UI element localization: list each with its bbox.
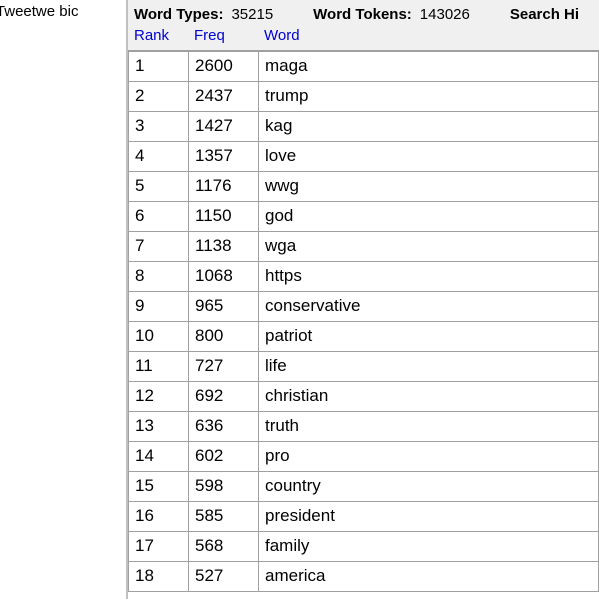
cell-rank[interactable]: 2 [129, 82, 189, 112]
table-row[interactable]: 12600maga [129, 52, 599, 82]
table-row[interactable]: 41357love [129, 142, 599, 172]
table-header: Rank Freq Word [128, 27, 599, 50]
file-list-panel[interactable]: tes Tweetwe bic [0, 0, 128, 599]
stats-bar: Word Types: 35215 Word Tokens: 143026 Search… [128, 0, 599, 27]
word-tokens-value: 143026 [420, 6, 470, 23]
cell-freq[interactable]: 1427 [189, 112, 259, 142]
cell-word[interactable]: country [259, 472, 599, 502]
cell-word[interactable]: maga [259, 52, 599, 82]
wordlist-table-wrap: 12600maga22437trump31427kag41357love5117… [128, 50, 599, 593]
word-types-value: 35215 [231, 6, 273, 23]
header-freq[interactable]: Freq [194, 27, 264, 44]
cell-freq[interactable]: 636 [189, 412, 259, 442]
cell-freq[interactable]: 2437 [189, 82, 259, 112]
table-row[interactable]: 11727life [129, 352, 599, 382]
cell-freq[interactable]: 568 [189, 532, 259, 562]
cell-rank[interactable]: 6 [129, 202, 189, 232]
table-row[interactable]: 14602pro [129, 442, 599, 472]
cell-rank[interactable]: 5 [129, 172, 189, 202]
word-types-label: Word Types: [134, 6, 223, 23]
cell-word[interactable]: wwg [259, 172, 599, 202]
table-row[interactable]: 9965conservative [129, 292, 599, 322]
table-row[interactable]: 15598country [129, 472, 599, 502]
cell-rank[interactable]: 13 [129, 412, 189, 442]
cell-rank[interactable]: 16 [129, 502, 189, 532]
cell-word[interactable]: family [259, 532, 599, 562]
cell-freq[interactable]: 800 [189, 322, 259, 352]
cell-freq[interactable]: 527 [189, 562, 259, 592]
cell-rank[interactable]: 3 [129, 112, 189, 142]
cell-word[interactable]: god [259, 202, 599, 232]
table-row[interactable]: 17568family [129, 532, 599, 562]
cell-rank[interactable]: 15 [129, 472, 189, 502]
cell-word[interactable]: kag [259, 112, 599, 142]
cell-word[interactable]: america [259, 562, 599, 592]
cell-freq[interactable]: 1138 [189, 232, 259, 262]
search-hits-label: Search Hi [510, 6, 579, 23]
cell-rank[interactable]: 4 [129, 142, 189, 172]
table-row[interactable]: 18527america [129, 562, 599, 592]
cell-freq[interactable]: 1357 [189, 142, 259, 172]
cell-freq[interactable]: 965 [189, 292, 259, 322]
cell-freq[interactable]: 598 [189, 472, 259, 502]
table-row[interactable]: 61150god [129, 202, 599, 232]
table-row[interactable]: 13636truth [129, 412, 599, 442]
cell-word[interactable]: https [259, 262, 599, 292]
table-row[interactable]: 22437trump [129, 82, 599, 112]
cell-rank[interactable]: 17 [129, 532, 189, 562]
cell-rank[interactable]: 14 [129, 442, 189, 472]
cell-word[interactable]: conservative [259, 292, 599, 322]
cell-word[interactable]: president [259, 502, 599, 532]
table-row[interactable]: 31427kag [129, 112, 599, 142]
table-row[interactable]: 12692christian [129, 382, 599, 412]
table-row[interactable]: 81068https [129, 262, 599, 292]
table-row[interactable]: 71138wga [129, 232, 599, 262]
cell-word[interactable]: wga [259, 232, 599, 262]
table-row[interactable]: 16585president [129, 502, 599, 532]
word-tokens-label: Word Tokens: [313, 6, 412, 23]
cell-rank[interactable]: 11 [129, 352, 189, 382]
table-row[interactable]: 10800patriot [129, 322, 599, 352]
wordlist-table: 12600maga22437trump31427kag41357love5117… [128, 51, 599, 592]
cell-rank[interactable]: 12 [129, 382, 189, 412]
cell-word[interactable]: christian [259, 382, 599, 412]
cell-rank[interactable]: 9 [129, 292, 189, 322]
cell-word[interactable]: love [259, 142, 599, 172]
cell-word[interactable]: truth [259, 412, 599, 442]
table-row[interactable]: 51176wwg [129, 172, 599, 202]
cell-word[interactable]: life [259, 352, 599, 382]
cell-word[interactable]: trump [259, 82, 599, 112]
cell-freq[interactable]: 1176 [189, 172, 259, 202]
cell-freq[interactable]: 1150 [189, 202, 259, 232]
cell-rank[interactable]: 7 [129, 232, 189, 262]
cell-rank[interactable]: 18 [129, 562, 189, 592]
cell-freq[interactable]: 602 [189, 442, 259, 472]
cell-rank[interactable]: 8 [129, 262, 189, 292]
cell-freq[interactable]: 585 [189, 502, 259, 532]
file-list-item[interactable]: tes Tweetwe bic [0, 3, 78, 20]
cell-freq[interactable]: 1068 [189, 262, 259, 292]
cell-word[interactable]: patriot [259, 322, 599, 352]
cell-word[interactable]: pro [259, 442, 599, 472]
cell-rank[interactable]: 1 [129, 52, 189, 82]
cell-freq[interactable]: 692 [189, 382, 259, 412]
wordlist-panel: Word Types:35215Word Tokens:143026Search… [128, 0, 599, 599]
header-word[interactable]: Word [264, 27, 593, 44]
cell-freq[interactable]: 2600 [189, 52, 259, 82]
cell-rank[interactable]: 10 [129, 322, 189, 352]
header-rank[interactable]: Rank [134, 27, 194, 44]
cell-freq[interactable]: 727 [189, 352, 259, 382]
